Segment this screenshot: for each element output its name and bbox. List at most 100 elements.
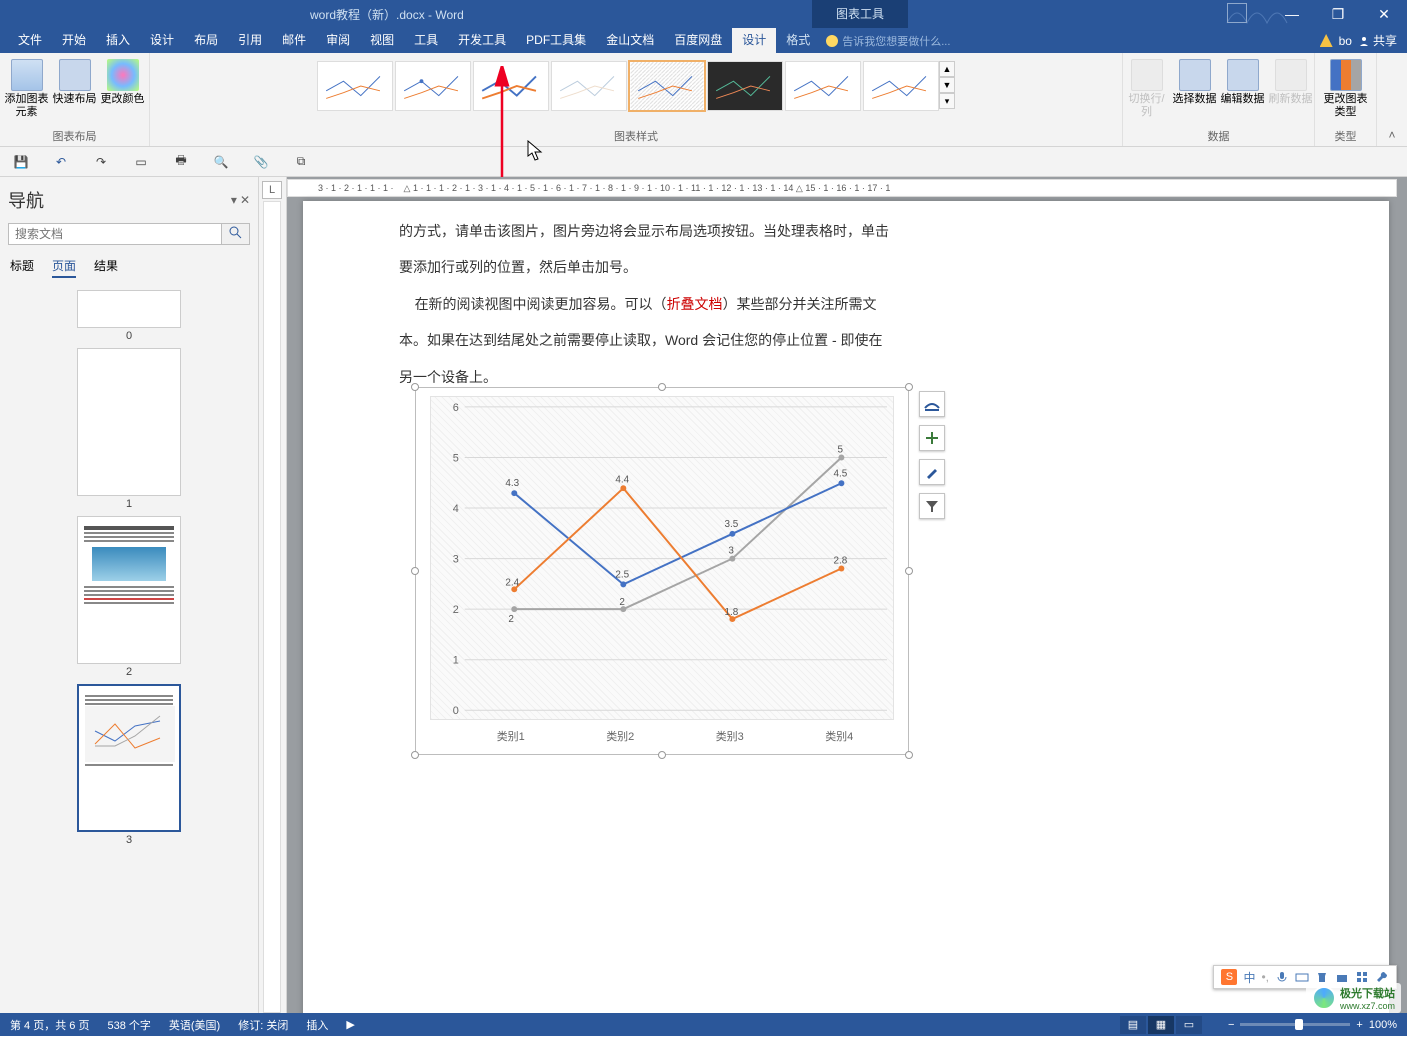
toolbox-icon[interactable] (1335, 970, 1349, 984)
resize-handle[interactable] (411, 567, 419, 575)
page[interactable]: 的方式，请单击该图片，图片旁边将会显示布局选项按钮。当处理表格时，单击 要添加行… (303, 201, 1389, 1013)
chart-styles-button[interactable] (919, 459, 945, 485)
tab-kingsoft[interactable]: 金山文档 (596, 28, 664, 53)
chart-style-2[interactable] (395, 61, 471, 111)
zoom-in-button[interactable]: + (1356, 1019, 1362, 1031)
resize-handle[interactable] (411, 751, 419, 759)
chart-style-3[interactable] (473, 61, 549, 111)
shirt-icon[interactable] (1315, 970, 1329, 984)
chart-style-4[interactable] (551, 61, 627, 111)
ime-lang[interactable]: 中 (1243, 969, 1255, 986)
horizontal-ruler[interactable]: 3 · 1 · 2 · 1 · 1 · 1 · △ 1 · 1 · 1 · 2 … (287, 179, 1397, 197)
nav-tab-pages[interactable]: 页面 (52, 257, 76, 278)
thumbnail-1[interactable] (77, 348, 181, 496)
tab-design[interactable]: 设计 (140, 28, 184, 53)
para[interactable]: 的方式，请单击该图片，图片旁边将会显示布局选项按钮。当处理表格时，单击 (399, 213, 1293, 249)
tab-layout[interactable]: 布局 (184, 28, 228, 53)
user-name[interactable]: bo (1339, 34, 1352, 48)
zoom-out-button[interactable]: − (1228, 1019, 1234, 1031)
tab-tools[interactable]: 工具 (404, 28, 448, 53)
status-insert[interactable]: 插入 (306, 1017, 328, 1033)
gallery-down-button[interactable]: ▼ (939, 77, 955, 93)
chart-style-5[interactable] (629, 61, 705, 111)
view-read-button[interactable]: ▤ (1120, 1016, 1146, 1034)
status-language[interactable]: 英语(美国) (169, 1017, 220, 1033)
view-web-button[interactable]: ▭ (1176, 1016, 1202, 1034)
nav-tab-headings[interactable]: 标题 (10, 257, 34, 278)
plot-area[interactable]: 0123456 4.32.53.54.5 2.44.41. (430, 396, 894, 720)
resize-handle[interactable] (411, 383, 419, 391)
print-button[interactable]: 🖶 (172, 153, 190, 171)
nav-tab-results[interactable]: 结果 (94, 257, 118, 278)
quick-layout-button[interactable]: 快速布局 (53, 55, 97, 106)
find-button[interactable]: 🔍 (212, 153, 230, 171)
mic-icon[interactable] (1275, 970, 1289, 984)
search-button[interactable] (222, 223, 250, 245)
ribbon-display-options-icon[interactable] (1227, 3, 1247, 23)
view-print-button[interactable]: ▦ (1148, 1016, 1174, 1034)
grid-icon[interactable] (1355, 970, 1369, 984)
restore-button[interactable]: ❐ (1315, 0, 1361, 28)
status-macro-icon[interactable]: ▶ (346, 1018, 354, 1031)
vruler-scale[interactable] (263, 201, 281, 1013)
thumbnail-3[interactable] (77, 684, 181, 832)
status-page[interactable]: 第 4 页，共 6 页 (10, 1017, 89, 1033)
layout-options-button[interactable] (919, 391, 945, 417)
tab-references[interactable]: 引用 (228, 28, 272, 53)
attach-button[interactable]: 📎 (252, 153, 270, 171)
chart-elements-button[interactable] (919, 425, 945, 451)
status-track[interactable]: 修订: 关闭 (238, 1017, 288, 1033)
redo-button[interactable]: ↷ (92, 153, 110, 171)
tab-baidu[interactable]: 百度网盘 (664, 28, 732, 53)
touch-mode-button[interactable]: ⧉ (292, 153, 310, 171)
collapse-ribbon-button[interactable]: ˄ (1388, 128, 1395, 142)
new-button[interactable]: ▭ (132, 153, 150, 171)
resize-handle[interactable] (905, 383, 913, 391)
resize-handle[interactable] (905, 567, 913, 575)
tab-home[interactable]: 开始 (52, 28, 96, 53)
gallery-up-button[interactable]: ▲ (939, 61, 955, 77)
warning-icon[interactable] (1320, 34, 1333, 47)
chart-style-6[interactable] (707, 61, 783, 111)
tab-view[interactable]: 视图 (360, 28, 404, 53)
close-button[interactable]: ✕ (1361, 0, 1407, 28)
chart-filters-button[interactable] (919, 493, 945, 519)
para[interactable]: 要添加行或列的位置，然后单击加号。 (399, 249, 1293, 285)
tell-me-search[interactable]: 告诉我您想要做什么... (826, 33, 950, 49)
edit-data-button[interactable]: 编辑数据 (1221, 55, 1265, 106)
minimize-button[interactable]: — (1269, 0, 1315, 28)
chart-style-8[interactable] (863, 61, 939, 111)
zoom-slider[interactable] (1240, 1023, 1350, 1026)
chart-object[interactable]: 0123456 4.32.53.54.5 2.44.41. (415, 387, 909, 755)
tab-developer[interactable]: 开发工具 (448, 28, 516, 53)
chart-style-7[interactable] (785, 61, 861, 111)
tab-mailings[interactable]: 邮件 (272, 28, 316, 53)
tab-review[interactable]: 审阅 (316, 28, 360, 53)
select-data-button[interactable]: 选择数据 (1173, 55, 1217, 106)
resize-handle[interactable] (658, 383, 666, 391)
para[interactable]: 本。如果在达到结尾处之前需要停止读取，Word 会记住您的停止位置 - 即使在 (399, 322, 1293, 358)
resize-handle[interactable] (905, 751, 913, 759)
add-chart-element-button[interactable]: 添加图表元素 (5, 55, 49, 119)
nav-dropdown-button[interactable]: ▾ (231, 193, 237, 207)
tab-pdftools[interactable]: PDF工具集 (516, 28, 596, 53)
keyboard-icon[interactable] (1295, 970, 1309, 984)
tab-chart-design[interactable]: 设计 (732, 28, 776, 53)
share-button[interactable]: 共享 (1358, 32, 1397, 49)
para[interactable]: 在新的阅读视图中阅读更加容易。可以（折叠文档）某些部分并关注所需文 (399, 286, 1293, 322)
status-wordcount[interactable]: 538 个字 (107, 1017, 150, 1033)
tab-file[interactable]: 文件 (8, 28, 52, 53)
wrench-icon[interactable] (1375, 970, 1389, 984)
nav-close-button[interactable]: ✕ (240, 193, 250, 207)
tab-chart-format[interactable]: 格式 (776, 28, 820, 53)
search-input[interactable] (8, 223, 222, 245)
chart-style-1[interactable] (317, 61, 393, 111)
thumbnail-0[interactable] (77, 290, 181, 328)
tab-selector[interactable]: L (262, 181, 282, 199)
resize-handle[interactable] (658, 751, 666, 759)
change-colors-button[interactable]: 更改颜色 (101, 55, 145, 106)
save-button[interactable]: 💾 (12, 153, 30, 171)
change-chart-type-button[interactable]: 更改图表类型 (1324, 55, 1368, 119)
thumbnail-2[interactable] (77, 516, 181, 664)
undo-button[interactable]: ↶ (52, 153, 70, 171)
